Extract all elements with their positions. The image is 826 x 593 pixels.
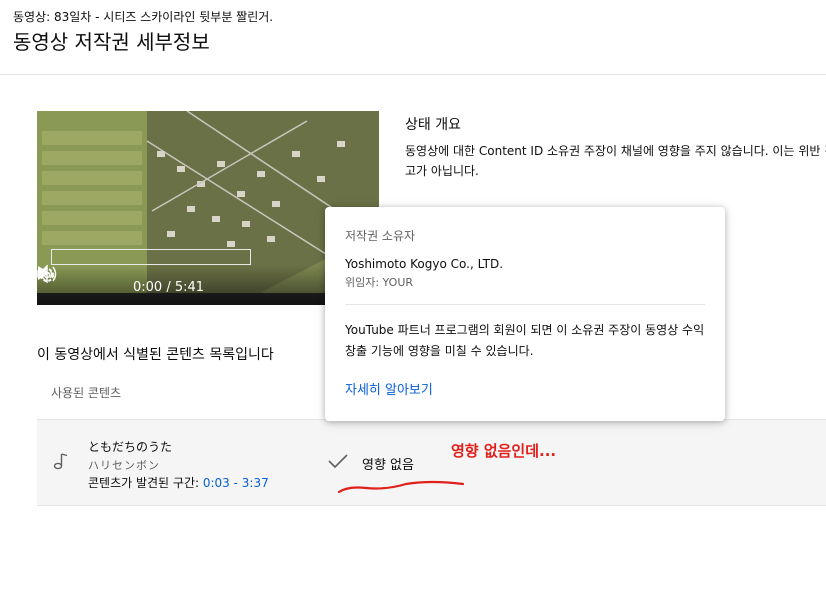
copyright-delegate: 위임자: YOUR xyxy=(345,276,414,289)
found-segment-range[interactable]: 0:03 - 3:37 xyxy=(203,476,269,490)
popup-description: YouTube 파트너 프로그램의 회원이 되면 이 소유권 주장이 동영상 수… xyxy=(345,323,705,358)
video-subtitle: 동영상: 83일차 - 시티즈 스카이라인 뒷부분 짤린거. xyxy=(13,10,274,24)
video-time: 0:00 / 5:41 xyxy=(133,280,205,295)
popup-divider xyxy=(345,304,705,305)
settings-gear-icon[interactable] xyxy=(37,265,57,285)
copyright-owner-label: 저작권 소유자 xyxy=(345,229,416,243)
impact-status[interactable]: 영향 없음 xyxy=(362,454,414,473)
song-artist: ハリセンボン xyxy=(88,459,160,472)
video-progress-box[interactable] xyxy=(51,249,251,265)
copyright-owner-popup: 저작권 소유자 Yoshimoto Kogyo Co., LTD. 위임자: Y… xyxy=(325,207,725,421)
status-overview-text: 동영상에 대한 Content ID 소유권 주장이 채널에 영향을 주지 않습… xyxy=(405,144,826,178)
status-overview-title: 상태 개요 xyxy=(405,117,461,133)
found-segment-label: 콘텐츠가 발견된 구간: xyxy=(88,476,203,490)
identified-content-title: 이 동영상에서 식별된 콘텐츠 목록입니다 xyxy=(37,347,274,363)
red-annotation: 영향 없음인데... xyxy=(451,442,557,460)
learn-more-link[interactable]: 자세히 알아보기 xyxy=(345,379,433,398)
music-note-icon xyxy=(53,453,68,470)
page-title: 동영상 저작권 세부정보 xyxy=(13,30,210,54)
column-header-used-content: 사용된 콘텐츠 xyxy=(51,386,122,400)
check-icon xyxy=(328,454,348,469)
red-underline-scribble xyxy=(337,480,465,494)
copyright-owner-name: Yoshimoto Kogyo Co., LTD. xyxy=(345,257,504,271)
found-segment: 콘텐츠가 발견된 구간: 0:03 - 3:37 xyxy=(88,474,269,491)
song-title: ともだちのうた xyxy=(88,440,173,454)
page-header: 동영상: 83일차 - 시티즈 스카이라인 뒷부분 짤린거. 동영상 저작권 세… xyxy=(0,0,826,75)
